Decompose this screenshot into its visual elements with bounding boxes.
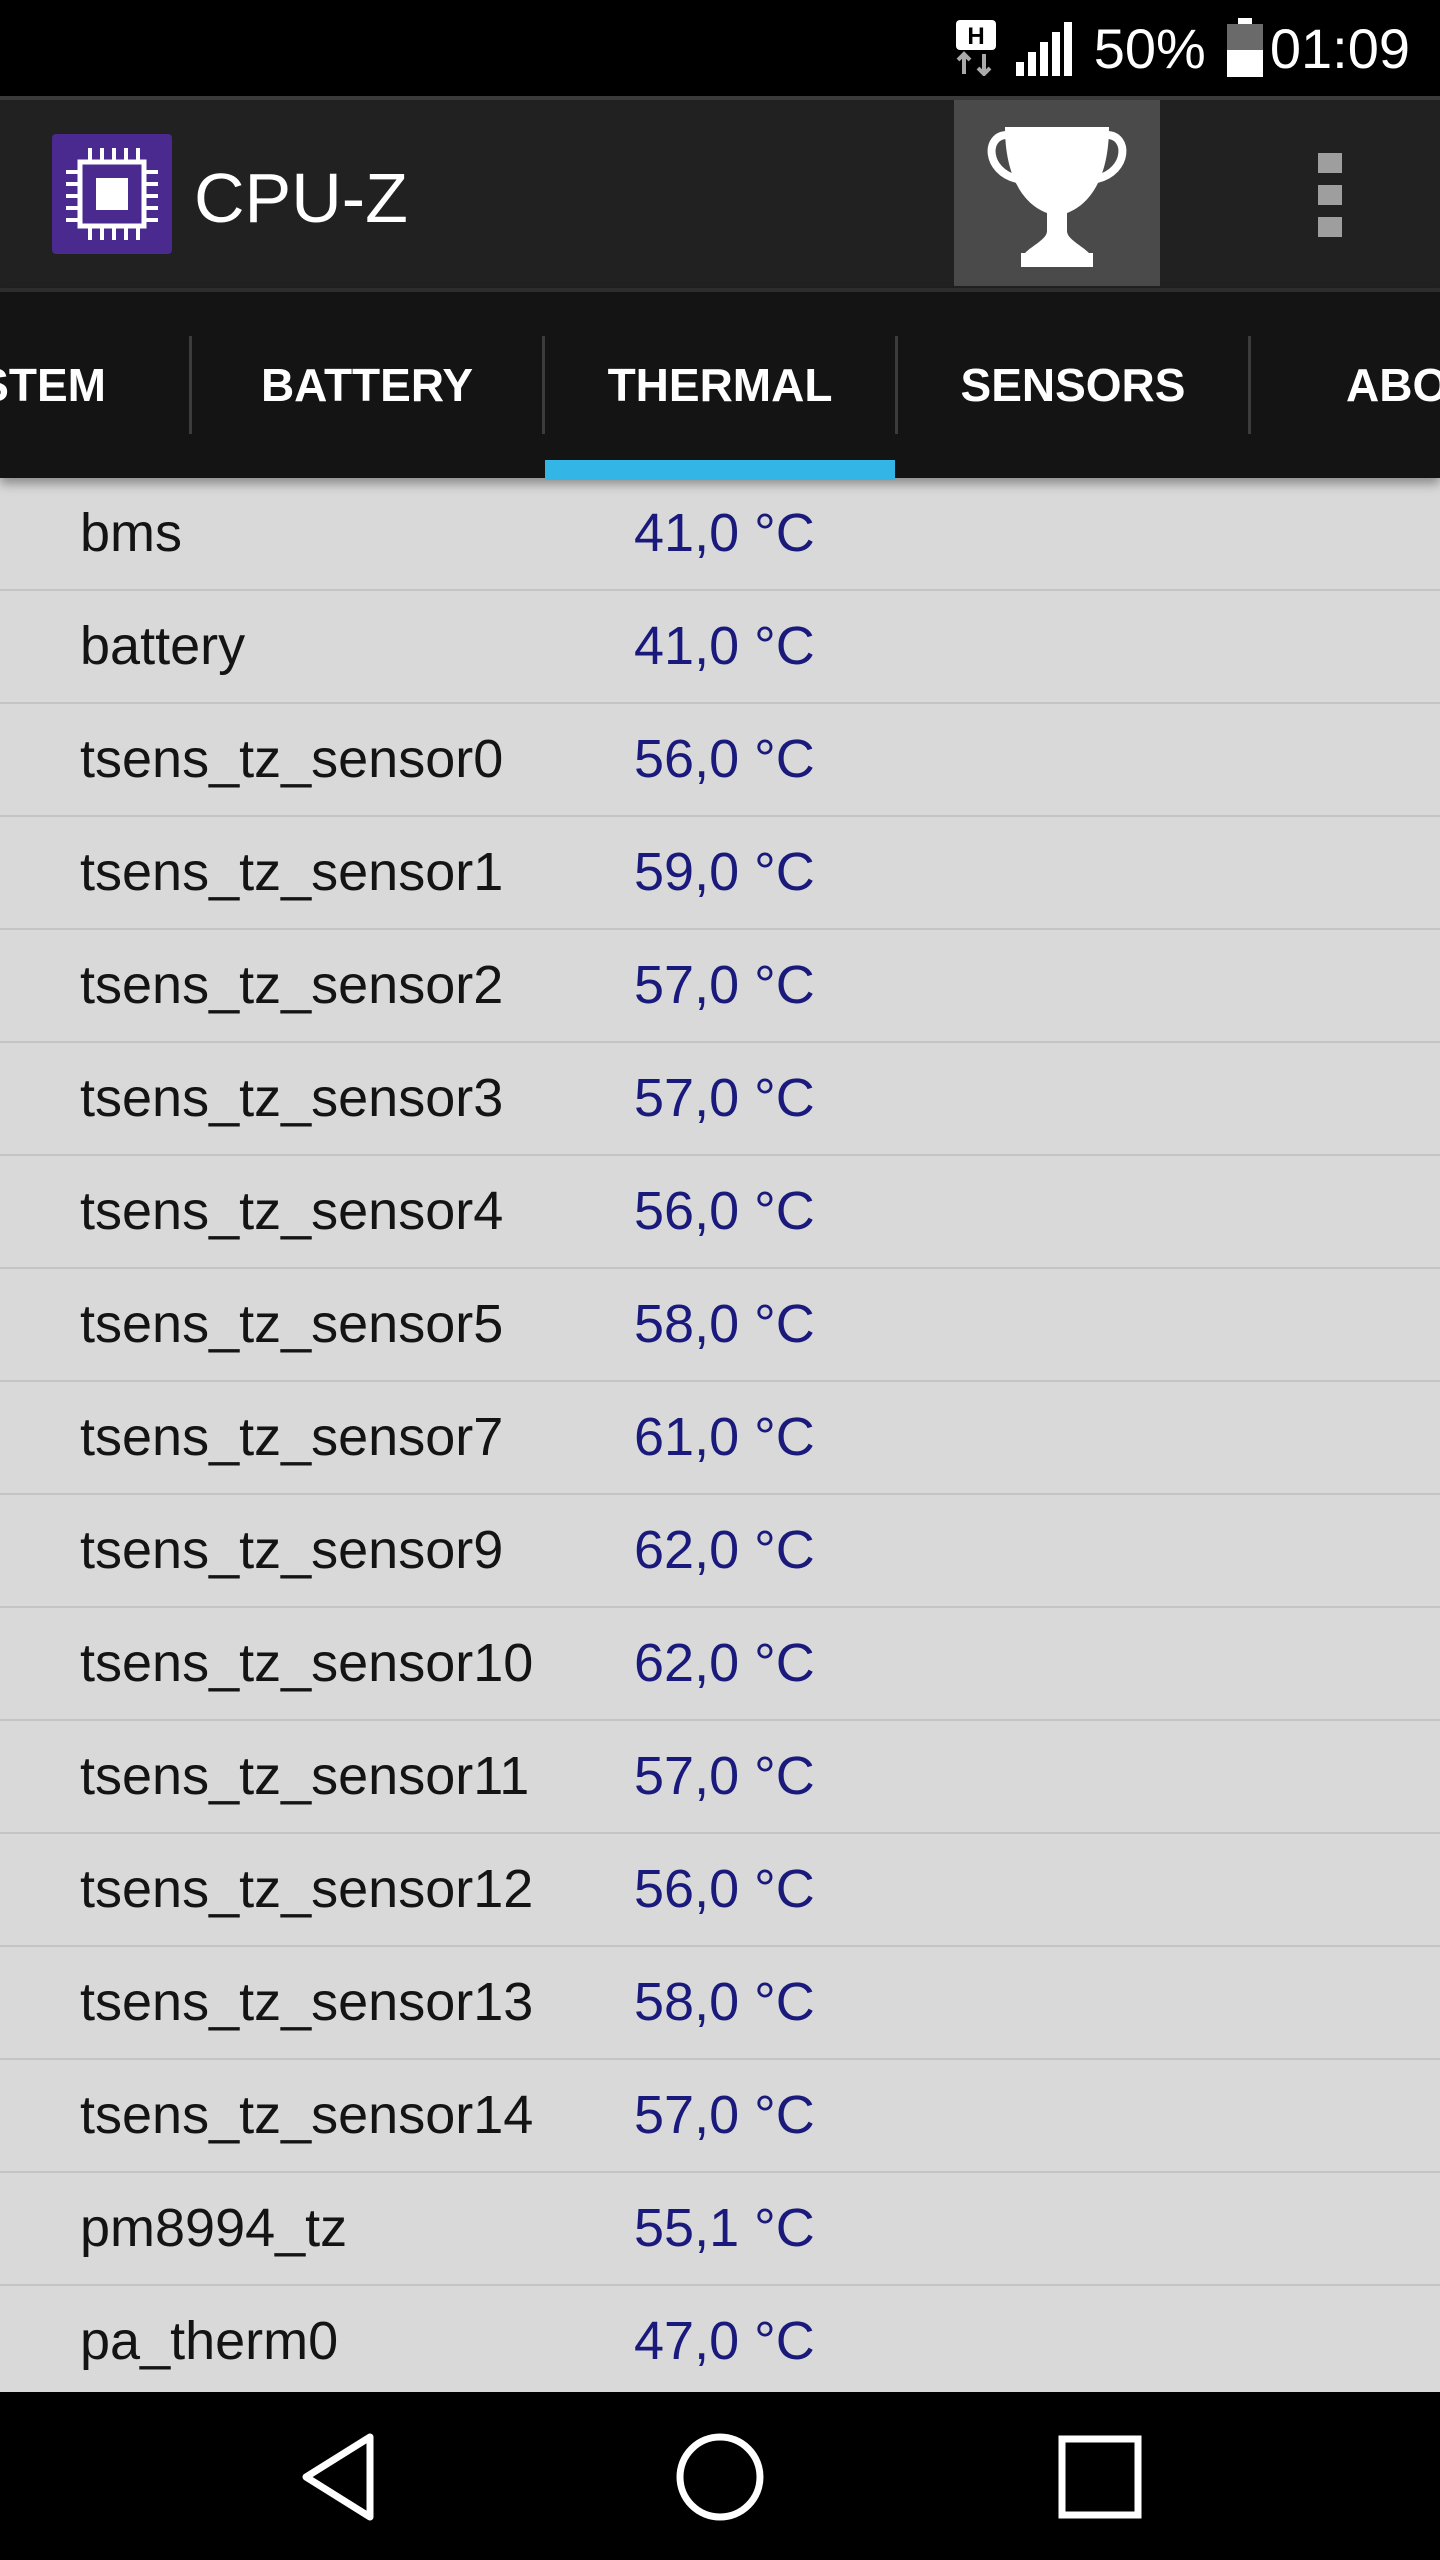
app-title: CPU-Z (194, 159, 408, 237)
overflow-menu-icon (1318, 153, 1342, 237)
sensor-name: tsens_tz_sensor4 (80, 1181, 504, 1241)
sensor-temperature: 57,0 °C (634, 955, 815, 1015)
overflow-menu-button[interactable] (1290, 140, 1370, 250)
trophy-icon (987, 127, 1127, 267)
sensor-temperature: 57,0 °C (634, 1068, 815, 1128)
list-item: battery 41,0 °C (0, 591, 1440, 704)
list-item: tsens_tz_sensor2 57,0 °C (0, 930, 1440, 1043)
list-item: tsens_tz_sensor13 58,0 °C (0, 1947, 1440, 2060)
back-button[interactable] (280, 2422, 400, 2532)
sensor-name: tsens_tz_sensor11 (80, 1746, 530, 1806)
list-item: tsens_tz_sensor0 56,0 °C (0, 704, 1440, 817)
home-button[interactable] (660, 2422, 780, 2532)
tab-system[interactable]: STEM (0, 292, 190, 478)
list-item: tsens_tz_sensor7 61,0 °C (0, 1382, 1440, 1495)
recents-icon (1058, 2435, 1142, 2519)
sensor-temperature: 62,0 °C (634, 1520, 815, 1580)
h-data-icon: H (955, 20, 996, 76)
trophy-button[interactable] (954, 100, 1160, 286)
sensor-name: tsens_tz_sensor2 (80, 955, 504, 1015)
sensor-name: pa_therm0 (80, 2311, 339, 2371)
tab-battery[interactable]: BATTERY (192, 292, 542, 478)
status-bar: H 50% 01:09 (0, 0, 1440, 96)
list-item: tsens_tz_sensor3 57,0 °C (0, 1043, 1440, 1156)
sensor-name: tsens_tz_sensor10 (80, 1633, 534, 1693)
sensor-temperature: 58,0 °C (634, 1294, 815, 1354)
home-icon (676, 2433, 764, 2521)
sensor-temperature: 61,0 °C (634, 1407, 815, 1467)
battery-icon (1226, 18, 1263, 77)
list-item: tsens_tz_sensor5 58,0 °C (0, 1269, 1440, 1382)
sensor-name: tsens_tz_sensor12 (80, 1859, 534, 1919)
app-bar: CPU-Z (0, 96, 1440, 288)
sensor-name: tsens_tz_sensor5 (80, 1294, 504, 1354)
status-time: 01:09 (1269, 16, 1410, 80)
list-item: tsens_tz_sensor12 56,0 °C (0, 1834, 1440, 1947)
list-item: pa_therm0 47,0 °C (0, 2286, 1440, 2392)
sensor-name: tsens_tz_sensor7 (80, 1407, 504, 1467)
sensor-name: tsens_tz_sensor14 (80, 2085, 534, 2145)
sensor-name: bms (80, 503, 183, 563)
back-icon (302, 2433, 374, 2521)
sensor-temperature: 62,0 °C (634, 1633, 815, 1693)
sensor-temperature: 56,0 °C (634, 729, 815, 789)
list-item: tsens_tz_sensor9 62,0 °C (0, 1495, 1440, 1608)
sensor-name: tsens_tz_sensor9 (80, 1520, 504, 1580)
sensor-temperature: 41,0 °C (634, 616, 815, 676)
list-item: tsens_tz_sensor10 62,0 °C (0, 1608, 1440, 1721)
sensor-name: tsens_tz_sensor13 (80, 1972, 534, 2032)
navigation-bar (0, 2392, 1440, 2560)
list-item: tsens_tz_sensor1 59,0 °C (0, 817, 1440, 930)
list-item: tsens_tz_sensor4 56,0 °C (0, 1156, 1440, 1269)
svg-text:H: H (967, 23, 984, 50)
sensor-temperature: 56,0 °C (634, 1181, 815, 1241)
sensor-name: pm8994_tz (80, 2198, 348, 2258)
sensor-temperature: 58,0 °C (634, 1972, 815, 2032)
sensor-name: tsens_tz_sensor3 (80, 1068, 504, 1128)
sensor-name: tsens_tz_sensor0 (80, 729, 504, 789)
list-item: bms 41,0 °C (0, 478, 1440, 591)
sensor-name: battery (80, 616, 246, 676)
recents-button[interactable] (1040, 2422, 1160, 2532)
list-item: tsens_tz_sensor14 57,0 °C (0, 2060, 1440, 2173)
sensor-temperature: 56,0 °C (634, 1859, 815, 1919)
tab-about[interactable]: ABO (1251, 292, 1440, 478)
tab-bar: STEM BATTERY THERMAL SENSORS ABO (0, 288, 1440, 480)
sensor-name: tsens_tz_sensor1 (80, 842, 504, 902)
list-item: tsens_tz_sensor11 57,0 °C (0, 1721, 1440, 1834)
sensor-temperature: 55,1 °C (634, 2198, 815, 2258)
tab-thermal[interactable]: THERMAL (545, 292, 895, 478)
battery-percent: 50% (1093, 16, 1206, 80)
tab-sensors[interactable]: SENSORS (898, 292, 1248, 478)
signal-icon (1015, 22, 1072, 76)
thermal-list[interactable]: bms 41,0 °C battery 41,0 °C tsens_tz_senso… (0, 478, 1440, 2392)
sensor-temperature: 57,0 °C (634, 2085, 815, 2145)
cpu-chip-icon (52, 134, 172, 254)
active-tab-indicator (545, 460, 895, 480)
list-item: pm8994_tz 55,1 °C (0, 2173, 1440, 2286)
sensor-temperature: 57,0 °C (634, 1746, 815, 1806)
sensor-temperature: 41,0 °C (634, 503, 815, 563)
sensor-temperature: 59,0 °C (634, 842, 815, 902)
sensor-temperature: 47,0 °C (634, 2311, 815, 2371)
